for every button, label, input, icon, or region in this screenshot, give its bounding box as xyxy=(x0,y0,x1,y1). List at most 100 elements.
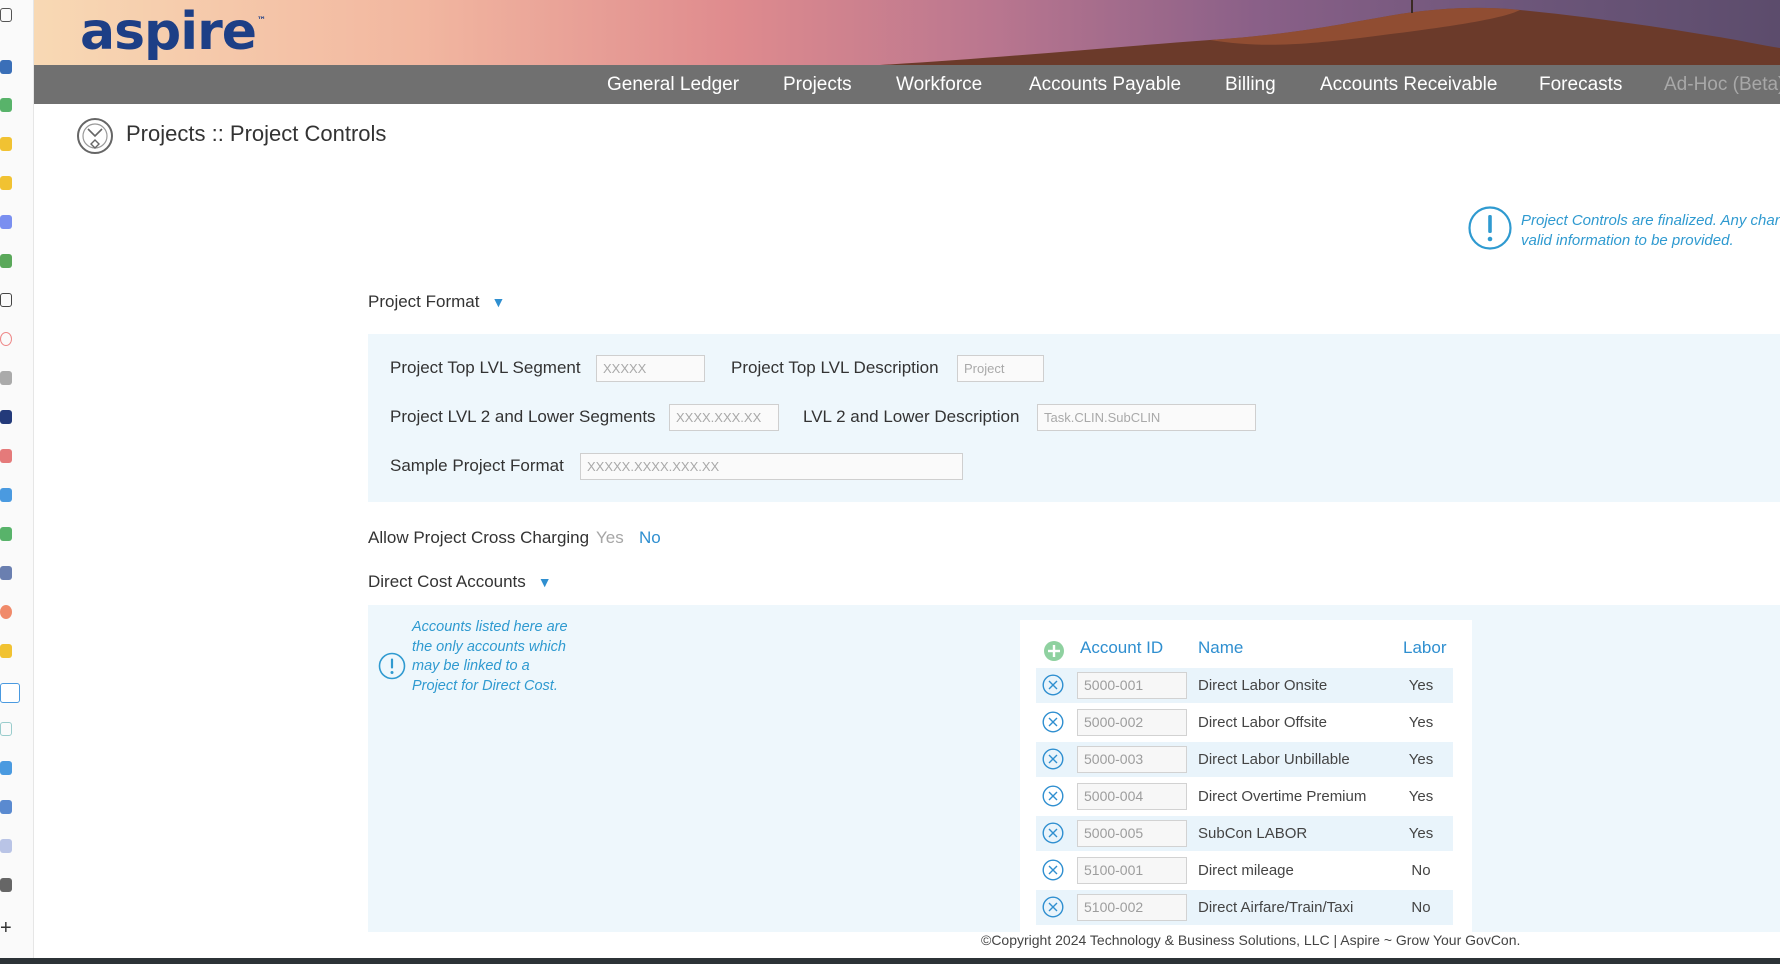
dock-app-icon[interactable] xyxy=(0,722,12,736)
remove-icon[interactable] xyxy=(1042,674,1064,696)
dock-app-icon[interactable] xyxy=(0,293,12,307)
info-alert-icon xyxy=(378,652,406,680)
top-lvl-description-input[interactable]: Project xyxy=(957,355,1044,382)
labor-value: Yes xyxy=(1408,751,1434,768)
account-id-input[interactable]: 5100-002 xyxy=(1077,894,1187,921)
dock-app-icon[interactable] xyxy=(0,215,12,229)
mountain-graphic xyxy=(880,0,1780,65)
nav-billing[interactable]: Billing xyxy=(1225,65,1276,104)
account-name: Direct Labor Onsite xyxy=(1198,677,1328,694)
page-title: Projects :: Project Controls xyxy=(126,121,387,146)
table-row: 5000-003 Direct Labor Unbillable Yes xyxy=(1036,742,1453,777)
remove-icon[interactable] xyxy=(1042,822,1064,844)
labor-value: Yes xyxy=(1408,788,1434,805)
dock-app-icon[interactable] xyxy=(0,488,12,502)
info-alert-icon xyxy=(1468,206,1512,250)
caret-down-icon: ▼ xyxy=(537,574,552,590)
dock-app-icon[interactable] xyxy=(0,371,12,385)
account-id-input[interactable]: 5100-001 xyxy=(1077,857,1187,884)
dock-app-icon[interactable] xyxy=(0,254,12,268)
caret-down-icon: ▼ xyxy=(491,294,506,310)
account-id-input[interactable]: 5000-001 xyxy=(1077,672,1187,699)
account-name: Direct Labor Unbillable xyxy=(1198,751,1350,768)
dock-app-icon[interactable] xyxy=(0,644,12,658)
account-id-input[interactable]: 5000-004 xyxy=(1077,783,1187,810)
table-row: 5100-001 Direct mileage No xyxy=(1036,853,1453,888)
lvl2-description-label: LVL 2 and Lower Description xyxy=(803,407,1020,426)
nav-forecasts[interactable]: Forecasts xyxy=(1539,65,1622,104)
dock-app-icon[interactable] xyxy=(0,137,12,151)
cross-charging-label: Allow Project Cross Charging xyxy=(368,528,590,547)
project-format-header: Project Format xyxy=(368,292,480,311)
table-row: 5000-001 Direct Labor Onsite Yes xyxy=(1036,668,1453,703)
dock-app-icon[interactable] xyxy=(0,761,12,775)
labor-value: No xyxy=(1411,899,1431,916)
dock-app-icon[interactable] xyxy=(0,98,12,112)
direct-cost-header: Direct Cost Accounts xyxy=(368,572,526,591)
table-row: 5000-004 Direct Overtime Premium Yes xyxy=(1036,779,1453,814)
labor-value: Yes xyxy=(1408,677,1434,694)
dock-app-icon[interactable] xyxy=(0,527,12,541)
top-lvl-segment-label: Project Top LVL Segment xyxy=(390,358,581,377)
dock-app-icon[interactable] xyxy=(0,566,12,580)
account-name: Direct Airfare/Train/Taxi xyxy=(1198,899,1354,916)
remove-icon[interactable] xyxy=(1042,748,1064,770)
finalized-notice: Project Controls are finalized. Any chan… xyxy=(1521,212,1780,249)
lvl2-description-input[interactable]: Task.CLIN.SubCLIN xyxy=(1037,404,1256,431)
lvl2-segments-input[interactable]: XXXX.XXX.XX xyxy=(669,404,779,431)
account-name: SubCon LABOR xyxy=(1198,825,1308,842)
footer-copyright: ©Copyright 2024 Technology & Business So… xyxy=(981,932,1521,948)
table-row: 5100-002 Direct Airfare/Train/Taxi No xyxy=(1036,890,1453,925)
lvl2-segments-label: Project LVL 2 and Lower Segments xyxy=(390,407,656,426)
dock-app-icon[interactable] xyxy=(0,332,12,346)
sample-format-label: Sample Project Format xyxy=(390,456,564,475)
sample-format-input: XXXXX.XXXX.XXX.XX xyxy=(580,453,963,480)
dock-app-icon[interactable] xyxy=(0,176,12,190)
direct-cost-toggle[interactable]: Direct Cost Accounts ▼ xyxy=(368,572,552,592)
account-id-input[interactable]: 5000-003 xyxy=(1077,746,1187,773)
dock-app-icon[interactable] xyxy=(0,8,12,22)
nav-accounts-receivable[interactable]: Accounts Receivable xyxy=(1320,65,1497,104)
col-name[interactable]: Name xyxy=(1198,638,1243,658)
dock-app-icon[interactable] xyxy=(0,449,12,463)
account-name: Direct Labor Offsite xyxy=(1198,714,1327,731)
table-row: 5000-005 SubCon LABOR Yes xyxy=(1036,816,1453,851)
dock-app-icon[interactable] xyxy=(0,410,12,424)
aspire-logo[interactable]: aspire™ xyxy=(80,2,266,62)
nav-accounts-payable[interactable]: Accounts Payable xyxy=(1029,65,1181,104)
col-labor[interactable]: Labor xyxy=(1403,638,1446,658)
taskbar-edge xyxy=(0,958,1780,964)
remove-icon[interactable] xyxy=(1042,785,1064,807)
project-format-toggle[interactable]: Project Format ▼ xyxy=(368,292,505,312)
nav-workforce[interactable]: Workforce xyxy=(896,65,982,104)
add-account-icon[interactable] xyxy=(1043,640,1065,662)
cross-charging-no[interactable]: No xyxy=(639,528,661,548)
header-banner: aspire™ xyxy=(34,0,1780,65)
remove-icon[interactable] xyxy=(1042,859,1064,881)
nav-projects[interactable]: Projects xyxy=(783,65,852,104)
account-id-input[interactable]: 5000-005 xyxy=(1077,820,1187,847)
dock-app-icon[interactable] xyxy=(0,605,12,619)
remove-icon[interactable] xyxy=(1042,711,1064,733)
labor-value: Yes xyxy=(1408,714,1434,731)
account-name: Direct mileage xyxy=(1198,862,1294,879)
main-nav: General Ledger Projects Workforce Accoun… xyxy=(34,65,1780,104)
account-id-input[interactable]: 5000-002 xyxy=(1077,709,1187,736)
remove-icon[interactable] xyxy=(1042,896,1064,918)
top-lvl-segment-input[interactable]: XXXXX xyxy=(596,355,705,382)
nav-general-ledger[interactable]: General Ledger xyxy=(607,65,739,104)
dock-app-icon[interactable] xyxy=(0,60,12,74)
os-dock: + xyxy=(0,0,34,964)
col-account-id[interactable]: Account ID xyxy=(1080,638,1163,658)
table-row: 5000-002 Direct Labor Offsite Yes xyxy=(1036,705,1453,740)
dock-app-icon[interactable] xyxy=(0,800,12,814)
dock-app-icon[interactable] xyxy=(0,839,12,853)
labor-value: No xyxy=(1411,862,1431,879)
dock-add-icon[interactable]: + xyxy=(0,918,12,938)
project-controls-icon xyxy=(77,118,113,154)
dock-app-icon[interactable] xyxy=(0,683,20,703)
labor-value: Yes xyxy=(1408,825,1434,842)
cross-charging-yes[interactable]: Yes xyxy=(596,528,624,548)
dock-app-icon[interactable] xyxy=(0,878,12,892)
nav-ad-hoc[interactable]: Ad-Hoc (Beta) xyxy=(1664,65,1780,104)
